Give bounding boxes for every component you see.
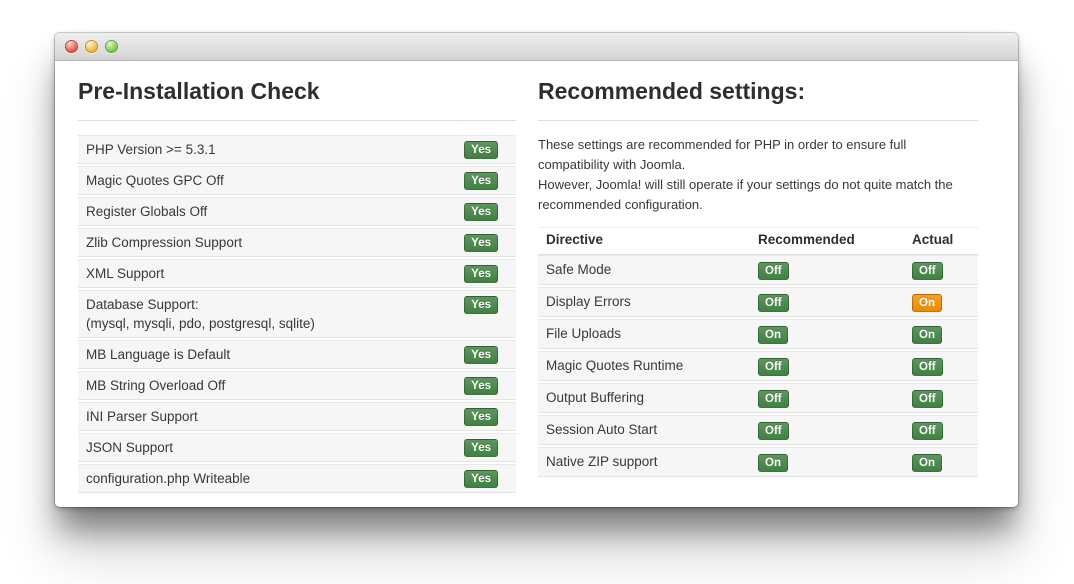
column-header-directive: Directive xyxy=(546,232,758,247)
actual-status-badge: Off xyxy=(912,390,943,408)
column-header-recommended: Recommended xyxy=(758,232,912,247)
status-badge: Yes xyxy=(464,296,498,314)
recommended-status-badge: On xyxy=(758,454,788,472)
actual-status-badge: On xyxy=(912,294,942,312)
table-row: Safe Mode Off Off xyxy=(538,255,978,285)
check-label: JSON Support xyxy=(86,440,173,455)
recommended-settings-panel: Recommended settings: These settings are… xyxy=(538,78,978,507)
check-list-item: Zlib Compression Support Yes xyxy=(78,228,516,257)
directive-name: Display Errors xyxy=(546,292,758,311)
actual-status-badge: Off xyxy=(912,422,943,440)
recommended-status-badge: On xyxy=(758,326,788,344)
check-list-item: MB Language is Default Yes xyxy=(78,340,516,369)
minimize-button-icon[interactable] xyxy=(85,40,98,53)
pre-install-check-list: PHP Version >= 5.3.1 Yes Magic Quotes GP… xyxy=(78,135,516,493)
check-label: PHP Version >= 5.3.1 xyxy=(86,142,216,157)
recommended-status-badge: Off xyxy=(758,390,789,408)
recommended-status-badge: Off xyxy=(758,262,789,280)
check-label: INI Parser Support xyxy=(86,409,198,424)
column-header-actual: Actual xyxy=(912,232,970,247)
actual-status-badge: On xyxy=(912,326,942,344)
status-badge: Yes xyxy=(464,172,498,190)
pre-installation-check-title: Pre-Installation Check xyxy=(78,78,516,104)
recommended-status-badge: Off xyxy=(758,358,789,376)
zoom-button-icon[interactable] xyxy=(105,40,118,53)
check-list-item: INI Parser Support Yes xyxy=(78,402,516,431)
status-badge: Yes xyxy=(464,234,498,252)
directive-name: Magic Quotes Runtime xyxy=(546,356,758,375)
table-header-row: Directive Recommended Actual xyxy=(538,227,978,255)
app-window: Pre-Installation Check PHP Version >= 5.… xyxy=(55,33,1018,507)
check-list-item: MB String Overload Off Yes xyxy=(78,371,516,400)
check-list-item: Database Support: (mysql, mysqli, pdo, p… xyxy=(78,290,516,338)
check-label: Register Globals Off xyxy=(86,204,207,219)
check-list-item: XML Support Yes xyxy=(78,259,516,288)
close-button-icon[interactable] xyxy=(65,40,78,53)
recommended-settings-description: These settings are recommended for PHP i… xyxy=(538,135,978,215)
check-label: Zlib Compression Support xyxy=(86,235,242,250)
window-titlebar[interactable] xyxy=(55,33,1018,61)
directive-name: Session Auto Start xyxy=(546,420,758,439)
table-body: Safe Mode Off Off Display Errors Off On … xyxy=(538,255,978,477)
actual-status-badge: On xyxy=(912,454,942,472)
check-label: XML Support xyxy=(86,266,164,281)
pre-installation-check-panel: Pre-Installation Check PHP Version >= 5.… xyxy=(78,78,516,507)
recommended-settings-table: Directive Recommended Actual Safe Mode O… xyxy=(538,227,978,477)
status-badge: Yes xyxy=(464,377,498,395)
check-label: configuration.php Writeable xyxy=(86,471,250,486)
status-badge: Yes xyxy=(464,470,498,488)
directive-name: File Uploads xyxy=(546,324,758,343)
status-badge: Yes xyxy=(464,141,498,159)
description-line: However, Joomla! will still operate if y… xyxy=(538,175,978,215)
recommended-settings-title: Recommended settings: xyxy=(538,78,978,104)
status-badge: Yes xyxy=(464,203,498,221)
check-list-item: JSON Support Yes xyxy=(78,433,516,462)
status-badge: Yes xyxy=(464,346,498,364)
actual-status-badge: Off xyxy=(912,262,943,280)
check-label: Magic Quotes GPC Off xyxy=(86,173,224,188)
check-list-item: configuration.php Writeable Yes xyxy=(78,464,516,493)
table-row: File Uploads On On xyxy=(538,319,978,349)
check-label: MB String Overload Off xyxy=(86,378,225,393)
recommended-status-badge: Off xyxy=(758,422,789,440)
table-row: Session Auto Start Off Off xyxy=(538,415,978,445)
status-badge: Yes xyxy=(464,408,498,426)
actual-status-badge: Off xyxy=(912,358,943,376)
table-row: Magic Quotes Runtime Off Off xyxy=(538,351,978,381)
description-line: These settings are recommended for PHP i… xyxy=(538,135,978,175)
table-row: Display Errors Off On xyxy=(538,287,978,317)
directive-name: Output Buffering xyxy=(546,388,758,407)
status-badge: Yes xyxy=(464,439,498,457)
recommended-status-badge: Off xyxy=(758,294,789,312)
check-list-item: Register Globals Off Yes xyxy=(78,197,516,226)
directive-name: Safe Mode xyxy=(546,260,758,279)
table-row: Output Buffering Off Off xyxy=(538,383,978,413)
check-list-item: Magic Quotes GPC Off Yes xyxy=(78,166,516,195)
check-label: Database Support: xyxy=(86,297,199,312)
check-sublabel: (mysql, mysqli, pdo, postgresql, sqlite) xyxy=(86,314,456,333)
table-row: Native ZIP support On On xyxy=(538,447,978,477)
divider xyxy=(78,120,516,121)
directive-name: Native ZIP support xyxy=(546,452,758,471)
check-label: MB Language is Default xyxy=(86,347,230,362)
status-badge: Yes xyxy=(464,265,498,283)
check-list-item: PHP Version >= 5.3.1 Yes xyxy=(78,135,516,164)
page-content: Pre-Installation Check PHP Version >= 5.… xyxy=(55,61,1018,507)
divider xyxy=(538,120,978,121)
desktop-background: Pre-Installation Check PHP Version >= 5.… xyxy=(0,0,1074,584)
